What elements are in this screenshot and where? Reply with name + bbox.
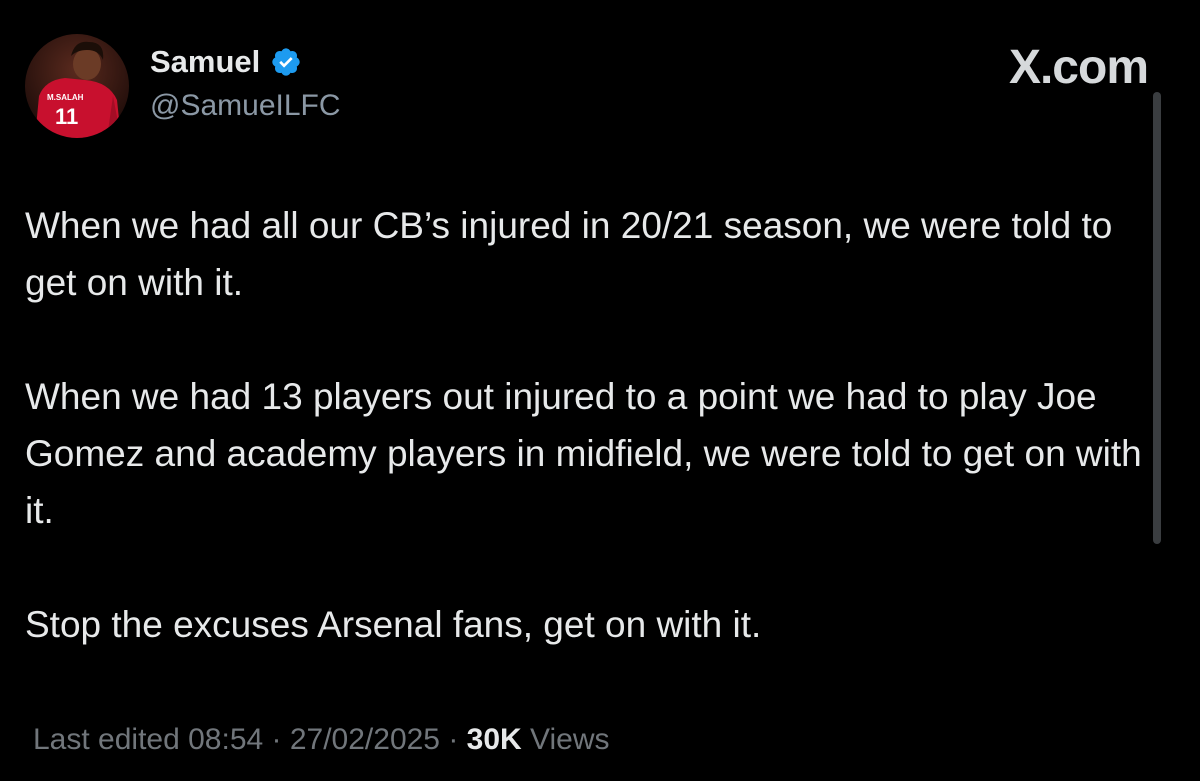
avatar-jersey-name: M.SALAH	[47, 93, 84, 102]
display-name[interactable]: Samuel	[150, 42, 260, 82]
xcom-watermark: X.com	[1008, 41, 1149, 94]
avatar-jersey-number: 11	[55, 104, 78, 129]
tweet-paragraph: When we had 13 players out injured to a …	[25, 376, 1142, 531]
verified-badge-icon	[270, 46, 302, 78]
views-label: Views	[521, 723, 610, 756]
meta-separator: ·	[440, 723, 467, 756]
tweet-paragraph: When we had all our CB’s injured in 20/2…	[25, 205, 1113, 303]
tweet-card: M.SALAH 11 Samuel @SamueILFC X.com When …	[0, 0, 1200, 781]
avatar[interactable]: M.SALAH 11	[25, 34, 129, 138]
views-count[interactable]: 30K	[467, 723, 522, 756]
scrollbar-thumb[interactable]	[1153, 92, 1161, 544]
tweet-paragraph: Stop the excuses Arsenal fans, get on wi…	[25, 604, 762, 645]
avatar-image: M.SALAH 11	[25, 34, 129, 138]
edited-timestamp[interactable]: Last edited 08:54 · 27/02/2025	[33, 723, 440, 756]
tweet-text: When we had all our CB’s injured in 20/2…	[25, 197, 1145, 653]
user-handle[interactable]: @SamueILFC	[150, 86, 341, 126]
tweet-meta: Last edited 08:54 · 27/02/2025 · 30K Vie…	[33, 720, 610, 760]
author-name-row: Samuel	[150, 42, 302, 82]
